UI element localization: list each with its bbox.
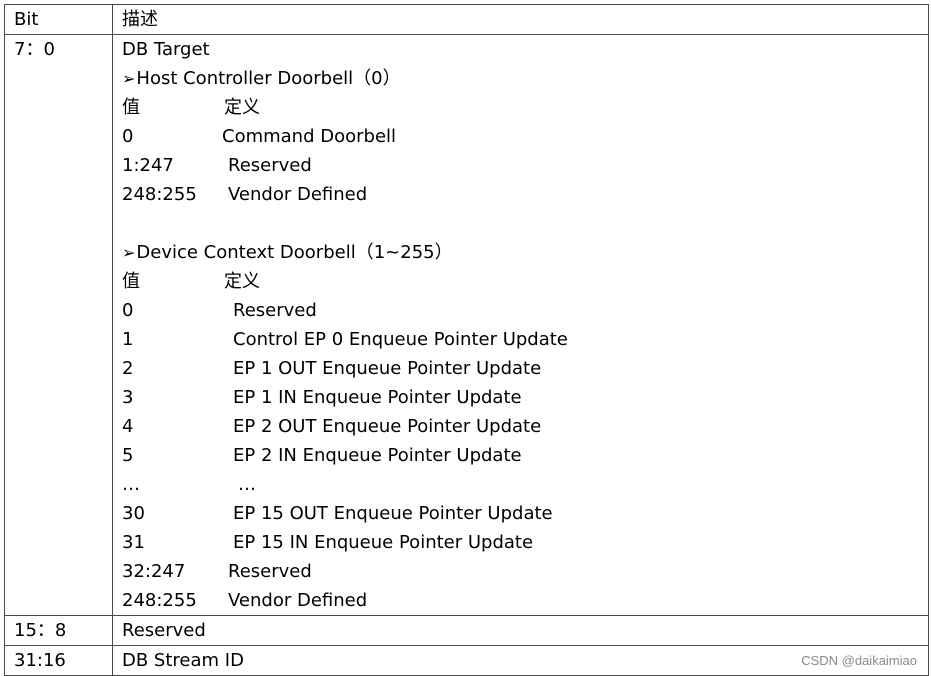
entry-definition: Command Doorbell (222, 126, 397, 147)
entry-value: 3 (122, 387, 134, 408)
entry-definition: … (238, 474, 256, 495)
entry-definition: EP 2 OUT Enqueue Pointer Update (233, 416, 542, 437)
entry-value: 31 (122, 532, 145, 553)
entry-definition: EP 1 OUT Enqueue Pointer Update (233, 358, 542, 379)
entry-value: 32:247 (122, 561, 186, 582)
entry-value: … (122, 474, 140, 495)
list-item: 4 EP 2 OUT Enqueue Pointer Update (122, 412, 928, 441)
description-cell: Reserved (112, 615, 929, 646)
entry-definition: Reserved (233, 300, 317, 321)
list-item: 3 EP 1 IN Enqueue Pointer Update (122, 383, 928, 412)
list-item: 5 EP 2 IN Enqueue Pointer Update (122, 441, 928, 470)
device-heading-text: Device Context Doorbell（1~255） (136, 242, 453, 263)
arrow-bullet-icon: ➢ (122, 69, 136, 88)
entry-value: 0 (122, 300, 134, 321)
entry-value: 0 (122, 126, 134, 147)
host-controller-heading: ➢Host Controller Doorbell（0） (122, 64, 928, 93)
entry-value: 248:255 (122, 184, 197, 205)
device-context-heading: ➢Device Context Doorbell（1~255） (122, 238, 928, 267)
entry-value: 30 (122, 503, 145, 524)
table-row: 7：0 DB Target ➢Host Controller Doorbell（… (4, 34, 929, 616)
table-row: 15：8 Reserved (4, 615, 929, 646)
definition-column-label: 定义 (224, 271, 260, 292)
bit-cell: 15：8 (4, 615, 113, 646)
definition-column-label: 定义 (224, 97, 260, 118)
list-item: 1 Control EP 0 Enqueue Pointer Update (122, 325, 928, 354)
entry-value: 1:247 (122, 155, 174, 176)
list-item: 1:247 Reserved (122, 151, 928, 180)
list-item: 0 Reserved (122, 296, 928, 325)
value-column-label: 值 (122, 97, 140, 118)
description-cell: DB Target ➢Host Controller Doorbell（0） 值… (112, 34, 929, 616)
entry-definition: Vendor Defined (228, 184, 368, 205)
entry-definition: Vendor Defined (228, 590, 368, 611)
list-item: 30 EP 15 OUT Enqueue Pointer Update (122, 499, 928, 528)
host-column-headers: 值 定义 (122, 93, 928, 122)
entry-value: 2 (122, 358, 134, 379)
entry-value: 4 (122, 416, 134, 437)
list-item: 32:247 Reserved (122, 557, 928, 586)
register-table: Bit 描述 7：0 DB Target ➢Host Controller Do… (4, 4, 929, 676)
entry-definition: Reserved (228, 155, 312, 176)
list-item: 248:255 Vendor Defined (122, 586, 928, 615)
header-bit: Bit (4, 4, 113, 35)
arrow-bullet-icon: ➢ (122, 243, 136, 262)
list-item: 31 EP 15 IN Enqueue Pointer Update (122, 528, 928, 557)
watermark: CSDN @daikaimiao (801, 653, 917, 668)
device-column-headers: 值 定义 (122, 267, 928, 296)
entry-definition: EP 1 IN Enqueue Pointer Update (233, 387, 522, 408)
list-item: 2 EP 1 OUT Enqueue Pointer Update (122, 354, 928, 383)
entry-value: 5 (122, 445, 134, 466)
entry-definition: Control EP 0 Enqueue Pointer Update (233, 329, 568, 350)
entry-value: 248:255 (122, 590, 197, 611)
table-header-row: Bit 描述 (4, 4, 929, 35)
db-target-title: DB Target (122, 39, 210, 60)
entry-definition: EP 2 IN Enqueue Pointer Update (233, 445, 522, 466)
header-description: 描述 (112, 4, 929, 35)
table-row: 31:16 DB Stream ID (4, 645, 929, 676)
list-item: 0 Command Doorbell (122, 122, 928, 151)
entry-definition: EP 15 IN Enqueue Pointer Update (233, 532, 534, 553)
value-column-label: 值 (122, 271, 140, 292)
entry-definition: EP 15 OUT Enqueue Pointer Update (233, 503, 553, 524)
list-item: …… (122, 470, 928, 499)
bit-cell: 7：0 (4, 34, 113, 616)
host-heading-text: Host Controller Doorbell（0） (136, 68, 401, 89)
entry-definition: Reserved (228, 561, 312, 582)
entry-value: 1 (122, 329, 134, 350)
list-item: 248:255 Vendor Defined (122, 180, 928, 209)
bit-cell: 31:16 (4, 645, 113, 676)
